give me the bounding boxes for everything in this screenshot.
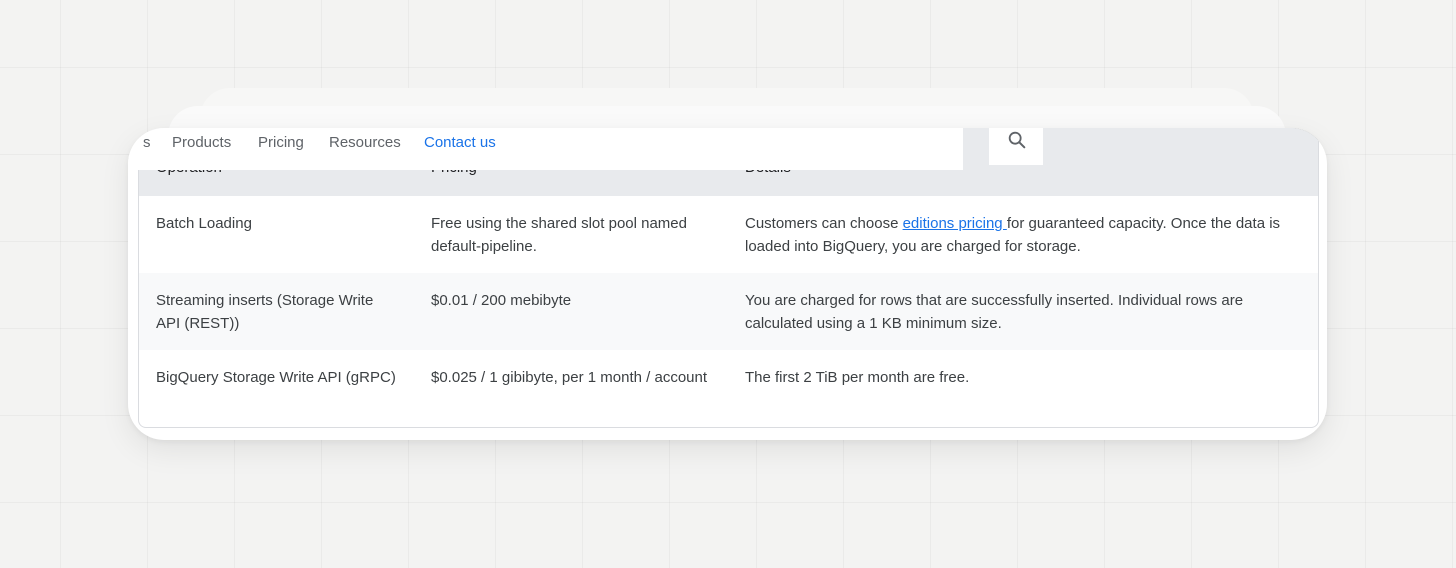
cell-details: Customers can choose editions pricing fo… bbox=[728, 196, 1318, 273]
top-navigation: s Products Pricing Resources Contact us bbox=[128, 128, 963, 170]
search-icon bbox=[1008, 131, 1026, 149]
cell-operation: Batch Loading bbox=[156, 215, 252, 232]
cell-operation: BigQuery Storage Write API (gRPC) bbox=[156, 369, 396, 386]
pricing-card: s Products Pricing Resources Contact us … bbox=[128, 128, 1327, 440]
nav-item-pricing[interactable]: Pricing bbox=[258, 134, 304, 151]
pricing-table: Operation Pricing Details Batch Loading … bbox=[139, 128, 1318, 427]
nav-item-cut[interactable]: s bbox=[143, 134, 151, 151]
nav-item-resources[interactable]: Resources bbox=[329, 134, 401, 151]
details-text: Customers can choose bbox=[745, 215, 903, 232]
cell-operation: Streaming inserts (Storage Write API (RE… bbox=[156, 292, 374, 332]
cell-pricing: $0.025 / 1 gibibyte, per 1 month / accou… bbox=[431, 369, 708, 386]
cell-details: The first 2 TiB per month are free. bbox=[745, 369, 970, 386]
pricing-table-container: Operation Pricing Details Batch Loading … bbox=[138, 128, 1319, 428]
table-row: Streaming inserts (Storage Write API (RE… bbox=[139, 273, 1318, 350]
cell-pricing: $0.01 / 200 mebibyte bbox=[431, 292, 572, 309]
nav-item-products[interactable]: Products bbox=[172, 134, 231, 151]
editions-pricing-link[interactable]: editions pricing bbox=[903, 215, 1007, 232]
table-row: BigQuery Storage Write API (gRPC) $0.025… bbox=[139, 350, 1318, 427]
table-row: Batch Loading Free using the shared slot… bbox=[139, 196, 1318, 273]
cell-pricing: Free using the shared slot pool named de… bbox=[431, 215, 687, 255]
cell-details: You are charged for rows that are succes… bbox=[745, 292, 1244, 332]
nav-item-contact-us[interactable]: Contact us bbox=[424, 134, 496, 151]
search-button[interactable] bbox=[989, 128, 1043, 165]
